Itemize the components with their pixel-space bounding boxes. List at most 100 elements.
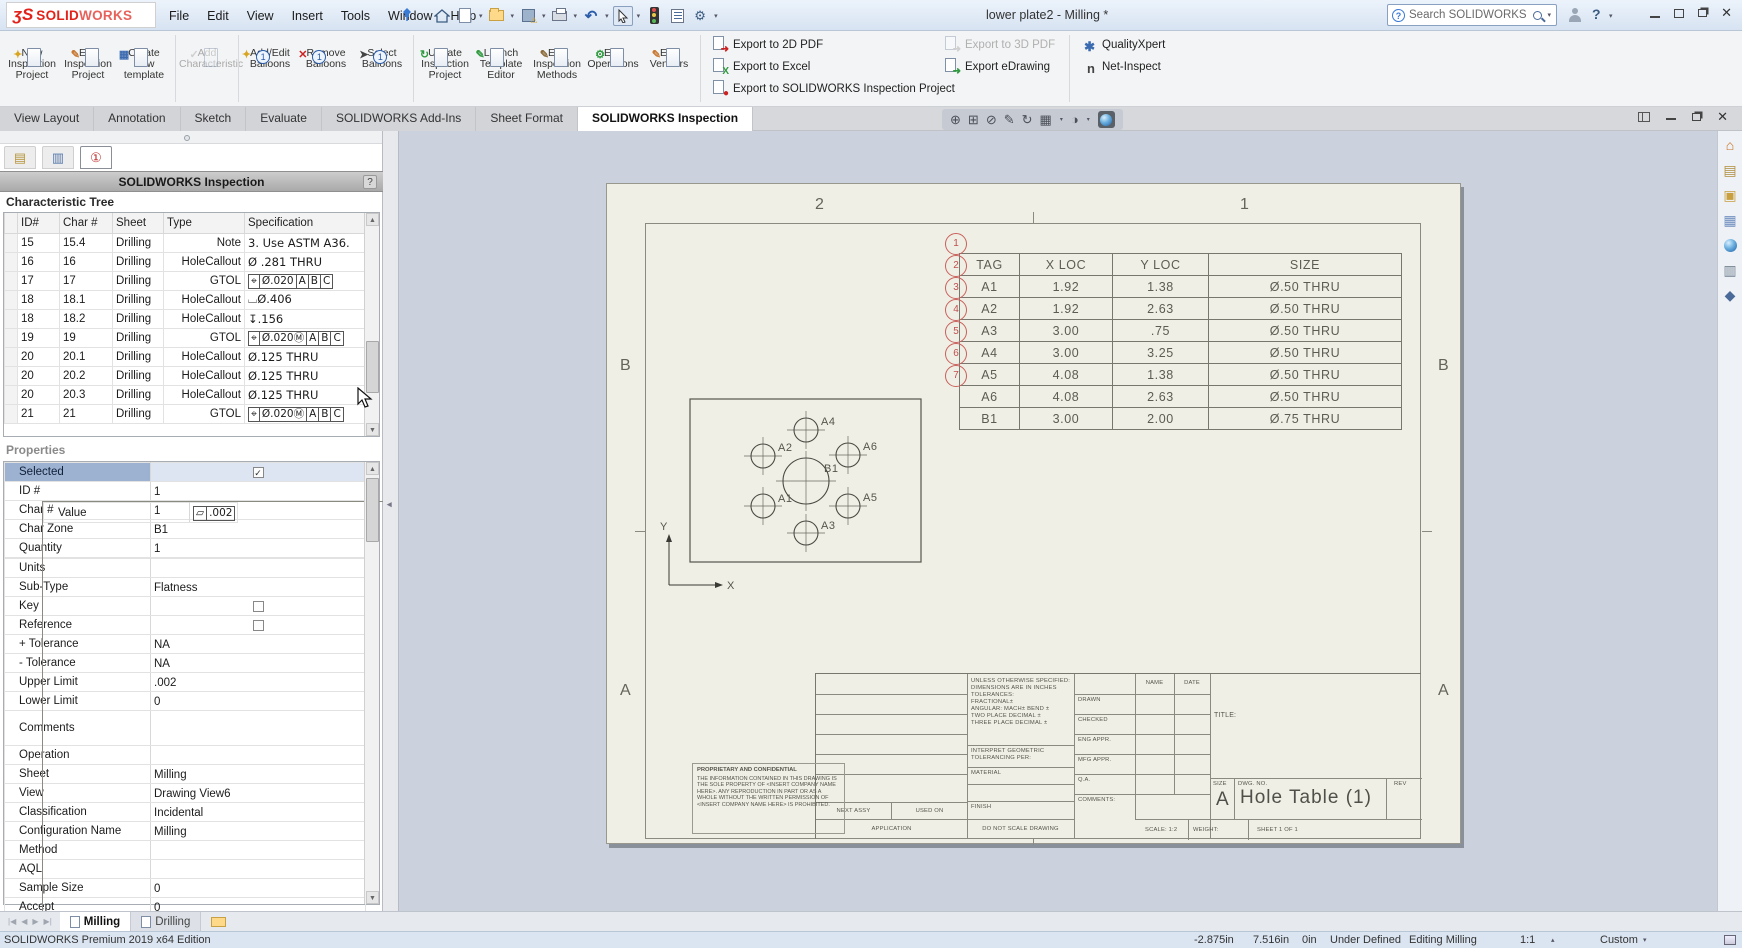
panel-splitter[interactable]: ◂ xyxy=(383,131,399,911)
characteristic-row[interactable]: 17 17 Drilling GTOL ⌖Ø.020ABC xyxy=(5,271,367,290)
maximize-icon[interactable] xyxy=(1674,9,1684,18)
minimize-icon[interactable] xyxy=(1650,16,1660,18)
hide-show-icon[interactable]: ◑ xyxy=(1071,111,1079,129)
config-caret[interactable]: ▾ xyxy=(1643,936,1647,944)
command-tab[interactable]: Evaluate xyxy=(246,107,322,131)
view-palette-icon[interactable]: ▦ xyxy=(1720,209,1741,231)
help-search[interactable]: ? Search SOLIDWORKS Help ▾ xyxy=(1387,4,1557,26)
hole-table-row[interactable]: A4 3.00 3.25 Ø.50 THRU xyxy=(960,342,1402,364)
next-sheet-icon[interactable]: ▶ xyxy=(32,917,38,926)
export-button[interactable]: XExport to Excel xyxy=(710,58,930,75)
tab-inspection-manager[interactable]: ① xyxy=(80,146,112,169)
open-caret[interactable]: ▾ xyxy=(511,12,515,20)
command-tab[interactable]: SOLIDWORKS Inspection xyxy=(578,107,753,131)
inspection-balloon[interactable]: 2 xyxy=(945,255,967,277)
new-caret[interactable]: ▾ xyxy=(479,12,483,20)
tab-feature-manager[interactable]: ▤ xyxy=(4,146,36,169)
ribbon-button[interactable]: ▦Create New template xyxy=(116,35,172,81)
search-caret[interactable]: ▾ xyxy=(1547,11,1551,19)
inspection-balloon[interactable]: 1 xyxy=(945,233,967,255)
help-caret[interactable]: ▾ xyxy=(1609,12,1613,20)
custom-properties-icon[interactable]: ▥ xyxy=(1720,259,1741,281)
ribbon-button[interactable]: ✦Add/Edit Balloons xyxy=(242,35,298,70)
undo-caret[interactable]: ▾ xyxy=(605,12,609,20)
rebuild-icon[interactable] xyxy=(644,6,664,26)
export-button[interactable]: ●Export to SOLIDWORKS Inspection Project xyxy=(710,80,930,97)
options-gear-icon[interactable]: ⚙ xyxy=(690,6,710,26)
scroll-thumb[interactable] xyxy=(366,478,379,542)
open-icon[interactable] xyxy=(487,6,507,26)
service-button[interactable]: ✱QualityXpert xyxy=(1079,36,1177,53)
options-caret[interactable]: ▾ xyxy=(714,12,718,20)
panel-collapse-strip[interactable] xyxy=(0,131,382,144)
command-tab[interactable]: SOLIDWORKS Add-Ins xyxy=(322,107,476,131)
sheet-tab[interactable]: Milling xyxy=(60,912,131,931)
apply-scene-icon[interactable] xyxy=(1098,111,1115,128)
rotate-view-icon[interactable]: ↻ xyxy=(1022,111,1033,129)
ribbon-button[interactable]: ✕Remove Balloons xyxy=(298,35,354,70)
user-account-icon[interactable] xyxy=(1568,8,1582,22)
splitter-handle-icon[interactable]: ◂ xyxy=(387,499,392,510)
add-sheet-icon[interactable] xyxy=(211,917,226,927)
export-button[interactable]: ➜Export to 3D PDF xyxy=(942,36,1060,53)
characteristic-row[interactable]: 21 21 Drilling GTOL ⌖Ø.020ⓂABC xyxy=(5,404,367,423)
inspection-balloon[interactable]: 7 xyxy=(945,365,967,387)
pin-icon[interactable] xyxy=(400,7,414,25)
section-view-icon[interactable]: ✎ xyxy=(1004,111,1015,129)
menu-item[interactable]: View xyxy=(238,9,283,23)
scroll-down-icon[interactable]: ▼ xyxy=(366,891,379,904)
hole-table-row[interactable]: A5 4.08 1.38 Ø.50 THRU xyxy=(960,364,1402,386)
file-properties-icon[interactable] xyxy=(667,6,687,26)
characteristic-row[interactable]: 20 20.1 Drilling HoleCallout Ø.125 THRU xyxy=(5,347,367,366)
view-caret[interactable]: ▾ xyxy=(1060,116,1063,123)
col-spec[interactable]: Specification xyxy=(245,213,367,233)
col-char[interactable]: Char # xyxy=(60,213,113,233)
ribbon-button[interactable]: ➤Select Balloons xyxy=(354,35,410,70)
help-icon[interactable]: ? xyxy=(1592,6,1601,22)
file-explorer-icon[interactable]: ▣ xyxy=(1720,184,1741,206)
save-icon[interactable] xyxy=(518,6,538,26)
scroll-thumb[interactable] xyxy=(366,341,379,393)
hole-table-row[interactable]: A2 1.92 2.63 Ø.50 THRU xyxy=(960,298,1402,320)
sheet-tab[interactable]: Drilling xyxy=(131,912,201,931)
col-type[interactable]: Type xyxy=(164,213,245,233)
properties-scrollbar[interactable]: ▲ ▼ xyxy=(364,462,379,904)
print-icon[interactable] xyxy=(550,6,570,26)
restore-icon[interactable] xyxy=(1698,9,1707,17)
ribbon-button[interactable]: ✦New Inspection Project xyxy=(4,35,60,81)
hole-table-row[interactable]: A3 3.00 .75 Ø.50 THRU xyxy=(960,320,1402,342)
col-id[interactable]: ID# xyxy=(18,213,60,233)
close-icon[interactable]: ✕ xyxy=(1721,8,1732,18)
first-sheet-icon[interactable]: |◀ xyxy=(8,917,16,926)
undo-icon[interactable]: ↶ xyxy=(581,6,601,26)
config-selector[interactable]: Custom xyxy=(1600,934,1638,946)
sheet-settings-icon[interactable]: ▦ xyxy=(1040,111,1052,129)
scale-indicator[interactable]: 1:1 xyxy=(1520,934,1535,946)
panel-handle-icon[interactable] xyxy=(184,135,190,141)
last-sheet-icon[interactable]: ▶| xyxy=(44,917,52,926)
ribbon-button[interactable]: ⚙Edit Operations xyxy=(585,35,641,70)
command-tab[interactable]: View Layout xyxy=(0,107,94,131)
print-caret[interactable]: ▾ xyxy=(574,12,578,20)
export-button[interactable]: ➜Export eDrawing xyxy=(942,58,1060,75)
inspection-balloon[interactable]: 5 xyxy=(945,321,967,343)
scroll-up-icon[interactable]: ▲ xyxy=(366,462,379,475)
search-icon[interactable] xyxy=(1533,11,1542,20)
search-input[interactable]: Search SOLIDWORKS Help xyxy=(1409,9,1529,21)
col-sheet[interactable]: Sheet xyxy=(113,213,164,233)
part-outline[interactable] xyxy=(690,399,921,562)
zoom-area-icon[interactable]: ⊞ xyxy=(968,111,979,129)
panel-help-button[interactable]: ? xyxy=(363,175,377,189)
ribbon-button[interactable]: ✓Add Characteristic xyxy=(179,35,235,70)
property-checkbox[interactable] xyxy=(253,467,264,478)
save-caret[interactable]: ▾ xyxy=(542,12,546,20)
menu-item[interactable]: Tools xyxy=(332,9,379,23)
drawing-sheet[interactable]: 2 1 B A B A Y X A4A2A6B1A1A5A3 xyxy=(606,183,1461,844)
characteristic-row[interactable]: 20 20.2 Drilling HoleCallout Ø.125 THRU xyxy=(5,366,367,385)
doc-close-icon[interactable]: ✕ xyxy=(1717,112,1728,122)
hole-table-row[interactable]: A1 1.92 1.38 Ø.50 THRU xyxy=(960,276,1402,298)
ribbon-button[interactable]: ✎Edit Vendors xyxy=(641,35,697,70)
home-icon[interactable]: ⌂ xyxy=(1720,134,1741,156)
characteristic-row[interactable]: 20 20.3 Drilling HoleCallout Ø.125 THRU xyxy=(5,385,367,404)
zoom-fit-icon[interactable]: ⊕ xyxy=(950,111,961,129)
